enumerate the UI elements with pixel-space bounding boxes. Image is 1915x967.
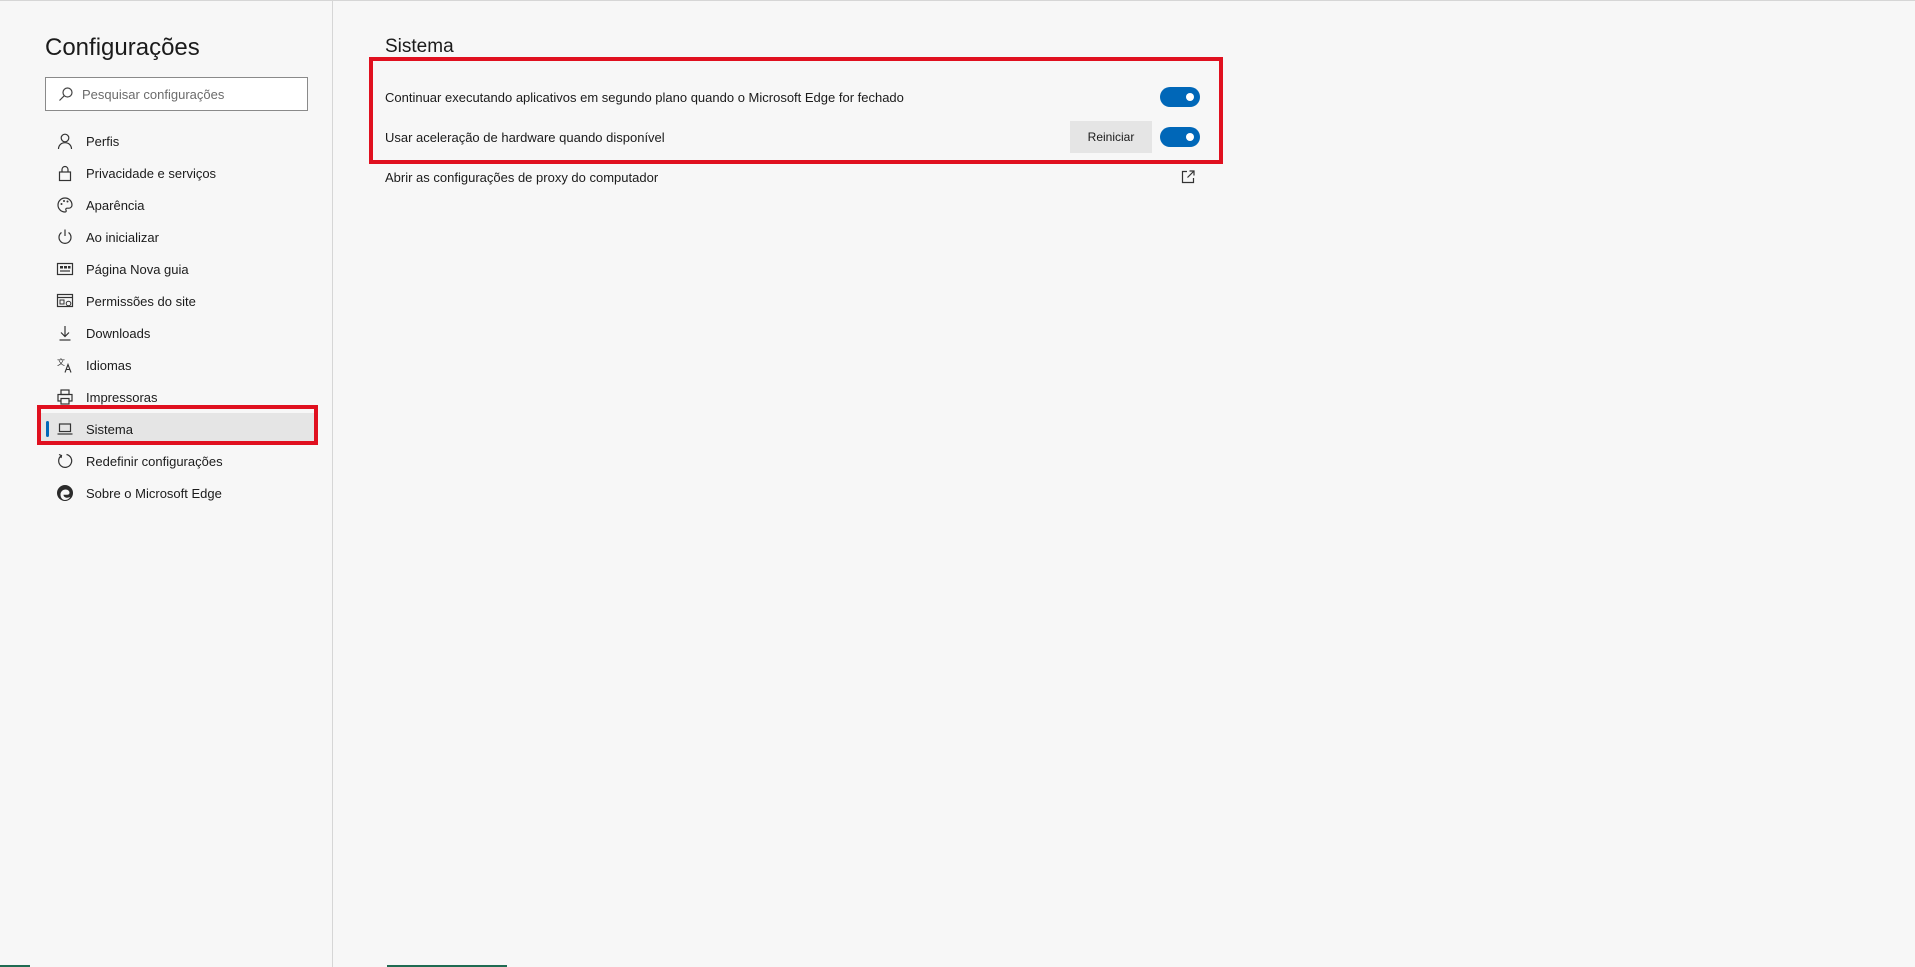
setting-row-background-apps: Continuar executando aplicativos em segu… [385, 81, 1200, 113]
settings-nav: Perfis Privacidade e serviços Aparência … [40, 125, 315, 509]
sidebar-item-privacidade[interactable]: Privacidade e serviços [40, 157, 315, 189]
sidebar-item-label: Impressoras [86, 389, 158, 405]
sidebar-item-nova-guia[interactable]: Página Nova guia [40, 253, 315, 285]
sidebar-item-sistema[interactable]: Sistema [40, 413, 315, 445]
sidebar-item-label: Ao inicializar [86, 229, 159, 245]
sidebar-item-redefinir[interactable]: Redefinir configurações [40, 445, 315, 477]
lock-icon [56, 164, 74, 182]
sidebar-item-label: Sistema [86, 421, 133, 437]
new-tab-page-icon [56, 260, 74, 278]
edge-logo-icon [56, 484, 74, 502]
setting-label: Abrir as configurações de proxy do compu… [385, 169, 659, 185]
sidebar-item-label: Redefinir configurações [86, 453, 223, 469]
toggle-knob [1186, 93, 1194, 101]
background-apps-toggle[interactable] [1160, 87, 1200, 107]
sidebar-item-label: Sobre o Microsoft Edge [86, 485, 222, 501]
palette-icon [56, 196, 74, 214]
sidebar: Configurações Perfis Privacidade e servi… [0, 1, 333, 967]
restart-button[interactable]: Reiniciar [1070, 121, 1152, 153]
sidebar-title: Configurações [45, 34, 200, 61]
search-input[interactable] [82, 86, 282, 102]
setting-row-proxy[interactable]: Abrir as configurações de proxy do compu… [385, 161, 1200, 193]
sidebar-item-label: Perfis [86, 133, 120, 149]
sidebar-item-idiomas[interactable]: 文 Idiomas [40, 349, 315, 381]
sidebar-item-label: Privacidade e serviços [86, 165, 217, 181]
sidebar-item-label: Permissões do site [86, 293, 196, 309]
languages-icon: 文 [56, 356, 74, 374]
sidebar-item-label: Downloads [86, 325, 151, 341]
sidebar-item-aparencia[interactable]: Aparência [40, 189, 315, 221]
sidebar-item-ao-inicializar[interactable]: Ao inicializar [40, 221, 315, 253]
sidebar-item-permissoes[interactable]: Permissões do site [40, 285, 315, 317]
page-title: Sistema [385, 36, 454, 57]
sidebar-item-label: Página Nova guia [86, 261, 189, 277]
power-icon [56, 228, 74, 246]
setting-row-hardware-acceleration: Usar aceleração de hardware quando dispo… [385, 121, 1200, 153]
person-icon [56, 132, 74, 150]
sidebar-item-label: Idiomas [86, 357, 132, 373]
download-icon [56, 324, 74, 342]
toggle-knob [1186, 133, 1194, 141]
hardware-acceleration-toggle[interactable] [1160, 127, 1200, 147]
setting-label: Usar aceleração de hardware quando dispo… [385, 129, 665, 145]
reset-icon [56, 452, 74, 470]
setting-label: Continuar executando aplicativos em segu… [385, 89, 904, 105]
search-box[interactable] [45, 77, 308, 111]
site-permissions-icon [56, 292, 74, 310]
sidebar-item-downloads[interactable]: Downloads [40, 317, 315, 349]
laptop-icon [56, 420, 74, 438]
sidebar-item-impressoras[interactable]: Impressoras [40, 381, 315, 413]
svg-text:文: 文 [57, 357, 65, 367]
sidebar-item-perfis[interactable]: Perfis [40, 125, 315, 157]
search-icon [58, 86, 74, 102]
sidebar-item-label: Aparência [86, 197, 145, 213]
external-link-icon[interactable] [1180, 169, 1196, 185]
sidebar-item-sobre[interactable]: Sobre o Microsoft Edge [40, 477, 315, 509]
printer-icon [56, 388, 74, 406]
